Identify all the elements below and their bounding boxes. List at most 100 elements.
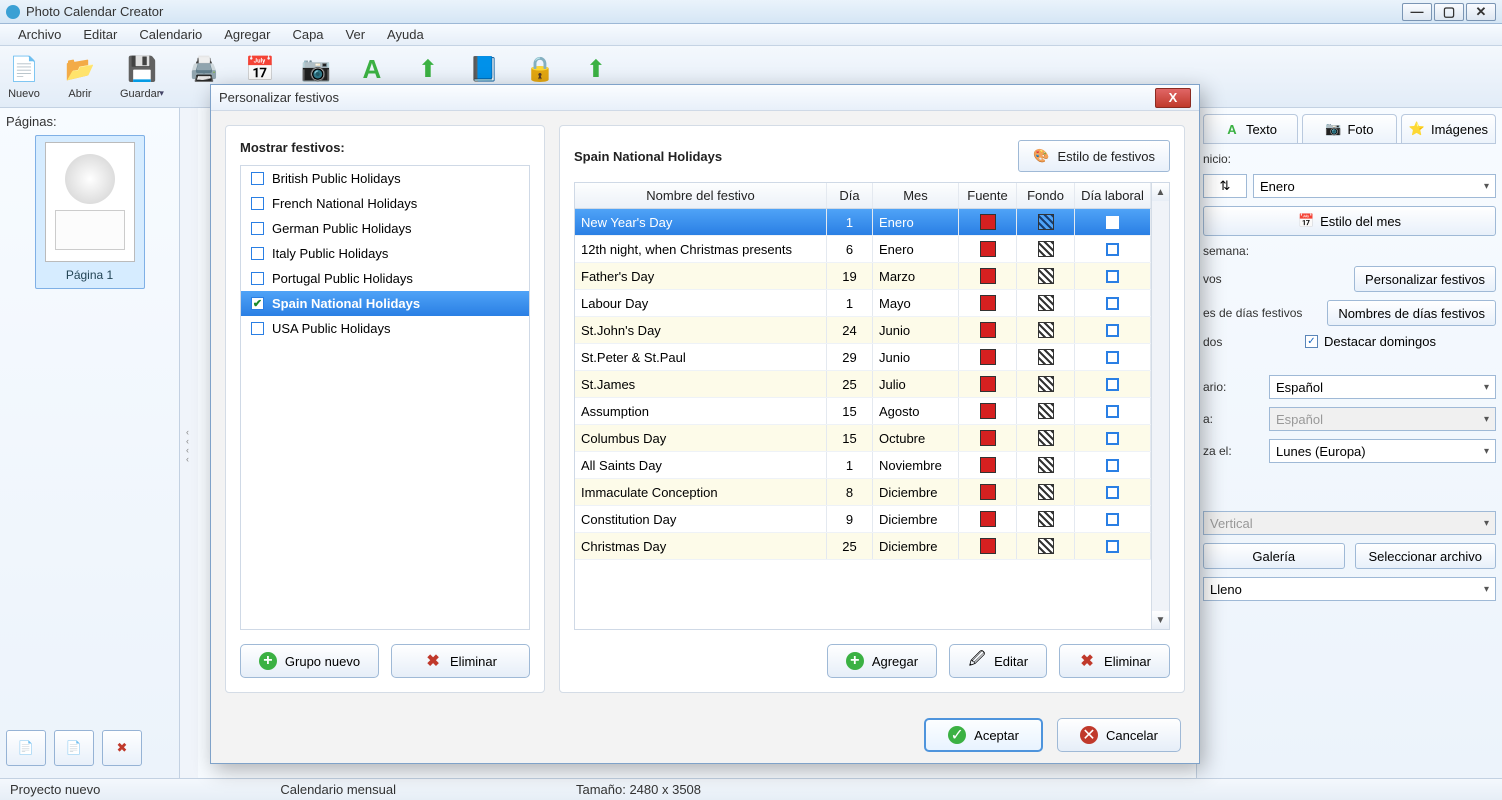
- a-select[interactable]: Español▾: [1269, 407, 1496, 431]
- menu-ayuda[interactable]: Ayuda: [377, 25, 434, 44]
- checkbox-icon: [251, 322, 264, 335]
- menu-calendario[interactable]: Calendario: [129, 25, 212, 44]
- table-row[interactable]: Columbus Day15Octubre: [575, 425, 1151, 452]
- menu-capa[interactable]: Capa: [282, 25, 333, 44]
- hatch-swatch-icon: [1038, 214, 1054, 230]
- col-bg[interactable]: Fondo: [1017, 183, 1075, 208]
- table-row[interactable]: St.Peter & St.Paul29Junio: [575, 344, 1151, 371]
- menu-archivo[interactable]: Archivo: [8, 25, 71, 44]
- dias-label: es de días festivos: [1203, 306, 1313, 320]
- cell-name: Christmas Day: [575, 533, 827, 559]
- holiday-group-item[interactable]: Portugal Public Holidays: [241, 266, 529, 291]
- eliminar-holiday-button[interactable]: ✖Eliminar: [1059, 644, 1170, 678]
- personalizar-button[interactable]: Personalizar festivos: [1354, 266, 1496, 292]
- delete-icon: ✖: [1078, 652, 1096, 670]
- col-name[interactable]: Nombre del festivo: [575, 183, 827, 208]
- group-label: Portugal Public Holidays: [272, 271, 413, 286]
- holiday-group-item[interactable]: German Public Holidays: [241, 216, 529, 241]
- holiday-group-item[interactable]: French National Holidays: [241, 191, 529, 216]
- chevron-down-icon: ▾: [1484, 382, 1489, 393]
- table-row[interactable]: Labour Day1Mayo: [575, 290, 1151, 317]
- add-page-button[interactable]: 📄: [6, 730, 46, 766]
- col-day[interactable]: Día: [827, 183, 873, 208]
- table-row[interactable]: Christmas Day25Diciembre: [575, 533, 1151, 560]
- toolbar-nuevo[interactable]: 📄 Nuevo: [8, 54, 40, 100]
- page-thumbnail[interactable]: Página 1: [35, 135, 145, 289]
- col-font[interactable]: Fuente: [959, 183, 1017, 208]
- table-row[interactable]: St.John's Day24Junio: [575, 317, 1151, 344]
- table-scrollbar[interactable]: ▲ ▼: [1151, 183, 1169, 629]
- cell-day: 15: [827, 425, 873, 451]
- cell-font: [959, 425, 1017, 451]
- group-label: USA Public Holidays: [272, 321, 391, 336]
- toolbar-guardar[interactable]: 💾 Guardar▾: [120, 54, 164, 100]
- grupo-nuevo-button[interactable]: +Grupo nuevo: [240, 644, 379, 678]
- move-page-button[interactable]: 📄: [54, 730, 94, 766]
- text-a-icon: A: [1224, 121, 1240, 137]
- holiday-group-item[interactable]: Italy Public Holidays: [241, 241, 529, 266]
- za-select[interactable]: Lunes (Europa)▾: [1269, 439, 1496, 463]
- cell-name: St.James: [575, 371, 827, 397]
- tab-foto[interactable]: 📷Foto: [1302, 114, 1397, 143]
- aceptar-button[interactable]: ✓Aceptar: [924, 718, 1043, 752]
- holiday-group-item[interactable]: USA Public Holidays: [241, 316, 529, 341]
- table-row[interactable]: St.James25Julio: [575, 371, 1151, 398]
- lleno-select[interactable]: Lleno▾: [1203, 577, 1496, 601]
- menu-ver[interactable]: Ver: [336, 25, 376, 44]
- cell-month: Diciembre: [873, 533, 959, 559]
- holiday-group-item[interactable]: ✔Spain National Holidays: [241, 291, 529, 316]
- minimize-button[interactable]: —: [1402, 3, 1432, 21]
- orient-select[interactable]: Vertical▾: [1203, 511, 1496, 535]
- menu-agregar[interactable]: Agregar: [214, 25, 280, 44]
- cell-name: Labour Day: [575, 290, 827, 316]
- ario-select[interactable]: Español▾: [1269, 375, 1496, 399]
- group-label: German Public Holidays: [272, 221, 411, 236]
- tab-imagenes[interactable]: ⭐Imágenes: [1401, 114, 1496, 143]
- estilo-festivos-button[interactable]: 🎨Estilo de festivos: [1018, 140, 1170, 172]
- cell-bg: [1017, 533, 1075, 559]
- grupo-nuevo-label: Grupo nuevo: [285, 654, 360, 669]
- menu-editar[interactable]: Editar: [73, 25, 127, 44]
- table-row[interactable]: New Year's Day1Enero: [575, 209, 1151, 236]
- page-move-icon: 📄: [66, 740, 82, 756]
- galeria-button[interactable]: Galería: [1203, 543, 1345, 569]
- cell-font: [959, 479, 1017, 505]
- inicio-select[interactable]: Enero▾: [1253, 174, 1496, 198]
- tab-texto[interactable]: ATexto: [1203, 114, 1298, 143]
- cell-day: 25: [827, 533, 873, 559]
- splitter[interactable]: ‹‹‹‹: [180, 108, 198, 778]
- table-row[interactable]: Immaculate Conception8Diciembre: [575, 479, 1151, 506]
- dialog-close-button[interactable]: X: [1155, 88, 1191, 108]
- inicio-spinner[interactable]: ⇅: [1203, 174, 1247, 198]
- seleccionar-archivo-button[interactable]: Seleccionar archivo: [1355, 543, 1497, 569]
- destacar-checkbox[interactable]: ✓Destacar domingos: [1305, 334, 1436, 349]
- agregar-button[interactable]: +Agregar: [827, 644, 937, 678]
- hatch-swatch-icon: [1038, 403, 1054, 419]
- cell-workday: [1075, 236, 1151, 262]
- cell-font: [959, 533, 1017, 559]
- editar-button[interactable]: 🖉Editar: [949, 644, 1047, 678]
- page-delete-icon: ✖: [117, 740, 128, 756]
- maximize-button[interactable]: ▢: [1434, 3, 1464, 21]
- col-workday[interactable]: Día laboral: [1075, 183, 1151, 208]
- table-row[interactable]: Assumption15Agosto: [575, 398, 1151, 425]
- eliminar-grupo-button[interactable]: ✖Eliminar: [391, 644, 530, 678]
- close-button[interactable]: ✕: [1466, 3, 1496, 21]
- nombres-dias-button[interactable]: Nombres de días festivos: [1327, 300, 1496, 326]
- table-row[interactable]: All Saints Day1Noviembre: [575, 452, 1151, 479]
- scroll-down-icon[interactable]: ▼: [1152, 611, 1169, 629]
- col-month[interactable]: Mes: [873, 183, 959, 208]
- scroll-up-icon[interactable]: ▲: [1152, 183, 1169, 201]
- color-swatch-icon: [980, 511, 996, 527]
- thumbnail-image: [45, 142, 135, 262]
- table-row[interactable]: 12th night, when Christmas presents6Ener…: [575, 236, 1151, 263]
- delete-page-button[interactable]: ✖: [102, 730, 142, 766]
- toolbar-abrir[interactable]: 📂 Abrir: [64, 54, 96, 100]
- estilo-mes-button[interactable]: 📅Estilo del mes: [1203, 206, 1496, 236]
- cell-month: Noviembre: [873, 452, 959, 478]
- holiday-group-item[interactable]: British Public Holidays: [241, 166, 529, 191]
- table-row[interactable]: Father's Day19Marzo: [575, 263, 1151, 290]
- checkbox-icon: [1106, 324, 1119, 337]
- cancelar-button[interactable]: ✕Cancelar: [1057, 718, 1181, 752]
- table-row[interactable]: Constitution Day9Diciembre: [575, 506, 1151, 533]
